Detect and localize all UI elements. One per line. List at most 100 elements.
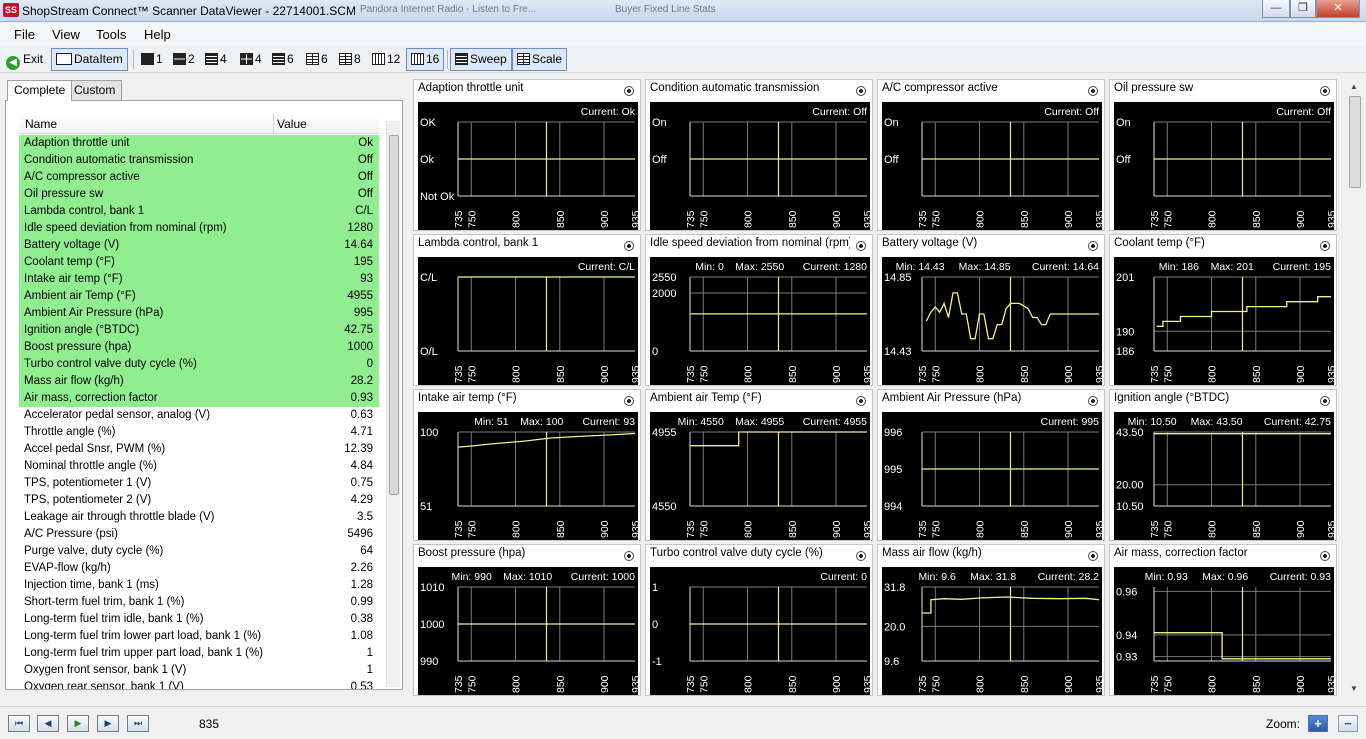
table-row[interactable]: Long-term fuel trim upper part load, ban… [19,645,379,662]
background-tab-1[interactable]: Pandora Internet Radio - Listen to Fre..… [360,4,590,20]
graph-plot[interactable]: Current: 0.93 Max: 0.96 Min: 0.93 0.96 0.94 0… [1114,567,1334,695]
dataitem-button[interactable]: DataItem [51,48,128,71]
radio-icon[interactable] [1320,241,1330,251]
background-tab-2[interactable]: Buyer Fixed Line Stats [615,4,755,20]
graph-panel[interactable]: Idle speed deviation from nominal (rpm) C… [645,234,873,386]
radio-icon[interactable] [624,396,634,406]
table-row[interactable]: Turbo control valve duty cycle (%) 0 [19,356,379,373]
graph-plot[interactable]: Current: Off On Off 735 750 800 850 900 935 [882,102,1102,230]
column-name-header[interactable]: Name [25,117,57,131]
table-row[interactable]: Ignition angle (°BTDC) 42.75 [19,322,379,339]
table-row[interactable]: TPS, potentiometer 1 (V) 0.75 [19,475,379,492]
graph-panel[interactable]: Adaption throttle unit Current: Ok OK Ok Not… [413,79,641,231]
graph-plot[interactable]: Current: 93 Max: 100 Min: 51 100 51 735 750 800… [418,412,638,540]
layout-4-quad-button[interactable]: 4 [235,48,267,71]
table-row[interactable]: Air mass, correction factor 0.93 [19,390,379,407]
table-row[interactable]: Lambda control, bank 1 C/L [19,203,379,220]
table-row[interactable]: Idle speed deviation from nominal (rpm) 1… [19,220,379,237]
table-row[interactable]: Long-term fuel trim idle, bank 1 (%) 0.38 [19,611,379,628]
radio-icon[interactable] [1320,551,1330,561]
table-row[interactable]: Oxygen rear sensor, bank 1 (V) 0.53 [19,679,379,689]
layout-8-button[interactable]: 8 [334,48,366,71]
table-row[interactable]: Short-term fuel trim, bank 1 (%) 0.99 [19,594,379,611]
radio-icon[interactable] [1088,551,1098,561]
menu-view[interactable]: View [52,27,80,42]
zoom-out-button[interactable]: − [1338,715,1358,732]
graph-plot[interactable]: Current: 28.2 Max: 31.8 Min: 9.6 31.8 20.0 9.… [882,567,1102,695]
table-row[interactable]: Leakage air through throttle blade (V) 3.… [19,509,379,526]
table-row[interactable]: TPS, potentiometer 2 (V) 4.29 [19,492,379,509]
radio-icon[interactable] [1088,396,1098,406]
list-scroll-thumb[interactable] [389,135,399,495]
radio-icon[interactable] [856,551,866,561]
menu-help[interactable]: Help [144,27,171,42]
maximize-button[interactable]: ❐ [1290,0,1316,18]
column-divider[interactable] [273,114,274,134]
radio-icon[interactable] [1088,86,1098,96]
layout-2-button[interactable]: 2 [168,48,200,71]
graph-panel[interactable]: Turbo control valve duty cycle (%) Curren… [645,544,873,696]
table-row[interactable]: Boost pressure (hpa) 1000 [19,339,379,356]
exit-button[interactable]: ◀ Exit [1,48,48,71]
table-row[interactable]: A/C compressor active Off [19,169,379,186]
table-row[interactable]: Condition automatic transmission Off [19,152,379,169]
layout-4-rows-button[interactable]: 4 [200,48,232,71]
layout-1-button[interactable]: 1 [136,48,168,71]
layout-16-button[interactable]: 16 [406,48,445,71]
step-back-button[interactable]: ◀ [37,715,59,732]
graph-panel[interactable]: Battery voltage (V) Current: 14.64 Max: 14… [877,234,1105,386]
zoom-in-button[interactable]: + [1308,715,1328,732]
graph-plot[interactable]: Current: 14.64Max: 14.85Min: 14.4314.851… [882,257,1102,385]
layout-6-grid-button[interactable]: 6 [301,48,333,71]
radio-icon[interactable] [856,241,866,251]
radio-icon[interactable] [1088,241,1098,251]
scale-button[interactable]: Scale [512,48,568,71]
table-row[interactable]: Throttle angle (%) 4.71 [19,424,379,441]
graph-plot[interactable]: Current: Off On Off 735 750 800 850 900 935 [1114,102,1334,230]
graph-panel[interactable]: Oil pressure sw Current: Off On Off 735 750 80… [1109,79,1337,231]
table-row[interactable]: Accel pedal Snsr, PWM (%) 12.39 [19,441,379,458]
table-row[interactable]: Ambient air Temp (°F) 4955 [19,288,379,305]
graph-panel[interactable]: Ambient Air Pressure (hPa) Current: 995 99… [877,389,1105,541]
step-forward-button[interactable]: ▶ [97,715,119,732]
radio-icon[interactable] [624,551,634,561]
graph-scrollbar[interactable]: ▲ ▼ [1348,78,1362,698]
graph-panel[interactable]: Air mass, correction factor Current: 0.93… [1109,544,1337,696]
scroll-down-icon[interactable]: ▼ [1350,684,1358,693]
first-frame-button[interactable]: ⏮ [8,715,30,732]
radio-icon[interactable] [1320,86,1330,96]
table-row[interactable]: Nominal throttle angle (%) 4.84 [19,458,379,475]
graph-plot[interactable]: Current: 42.75Max: 43.50Min: 10.5043.502… [1114,412,1334,540]
table-row[interactable]: Purge valve, duty cycle (%) 64 [19,543,379,560]
radio-icon[interactable] [856,396,866,406]
table-row[interactable]: EVAP-flow (kg/h) 2.26 [19,560,379,577]
table-row[interactable]: Oil pressure sw Off [19,186,379,203]
list-scrollbar[interactable] [386,121,400,687]
table-row[interactable]: Injection time, bank 1 (ms) 1.28 [19,577,379,594]
graph-plot[interactable]: Current: 1280 Max: 2550 Min: 0 2550 2000 0 735… [650,257,870,385]
radio-icon[interactable] [1320,396,1330,406]
scroll-up-icon[interactable]: ▲ [1350,82,1358,91]
sweep-button[interactable]: Sweep [450,48,512,71]
graph-panel[interactable]: Ignition angle (°BTDC) Current: 42.75 Max:… [1109,389,1337,541]
graph-panel[interactable]: Mass air flow (kg/h) Current: 28.2 Max: 31… [877,544,1105,696]
graph-panel[interactable]: Ambient air Temp (°F) Current: 4955 Max: 4… [645,389,873,541]
graph-panel[interactable]: Coolant temp (°F) Current: 195 Max: 201 Min… [1109,234,1337,386]
table-row[interactable]: Long-term fuel trim lower part load, ban… [19,628,379,645]
table-row[interactable]: Mass air flow (kg/h) 28.2 [19,373,379,390]
graph-plot[interactable]: Current: Off On Off 735 750 800 850 900 935 [650,102,870,230]
graph-panel[interactable]: Boost pressure (hpa) Current: 1000 Max: 10… [413,544,641,696]
tab-custom[interactable]: Custom [67,80,123,100]
close-button[interactable]: ✕ [1316,0,1360,18]
table-row[interactable]: Intake air temp (°F) 93 [19,271,379,288]
layout-12-button[interactable]: 12 [367,48,405,71]
graph-plot[interactable]: Current: 1000 Max: 1010 Min: 990 1010 1000 99… [418,567,638,695]
graph-scroll-thumb[interactable] [1349,96,1361,188]
graph-panel[interactable]: Condition automatic transmission Current:… [645,79,873,231]
play-button[interactable]: ▶ [67,715,89,732]
radio-icon[interactable] [624,86,634,96]
graph-plot[interactable]: Current: Ok OK Ok Not Ok 735 750 800 850 900 935 [418,102,638,230]
table-row[interactable]: Coolant temp (°F) 195 [19,254,379,271]
table-row[interactable]: Battery voltage (V) 14.64 [19,237,379,254]
table-row[interactable]: Accelerator pedal sensor, analog (V) 0.63 [19,407,379,424]
